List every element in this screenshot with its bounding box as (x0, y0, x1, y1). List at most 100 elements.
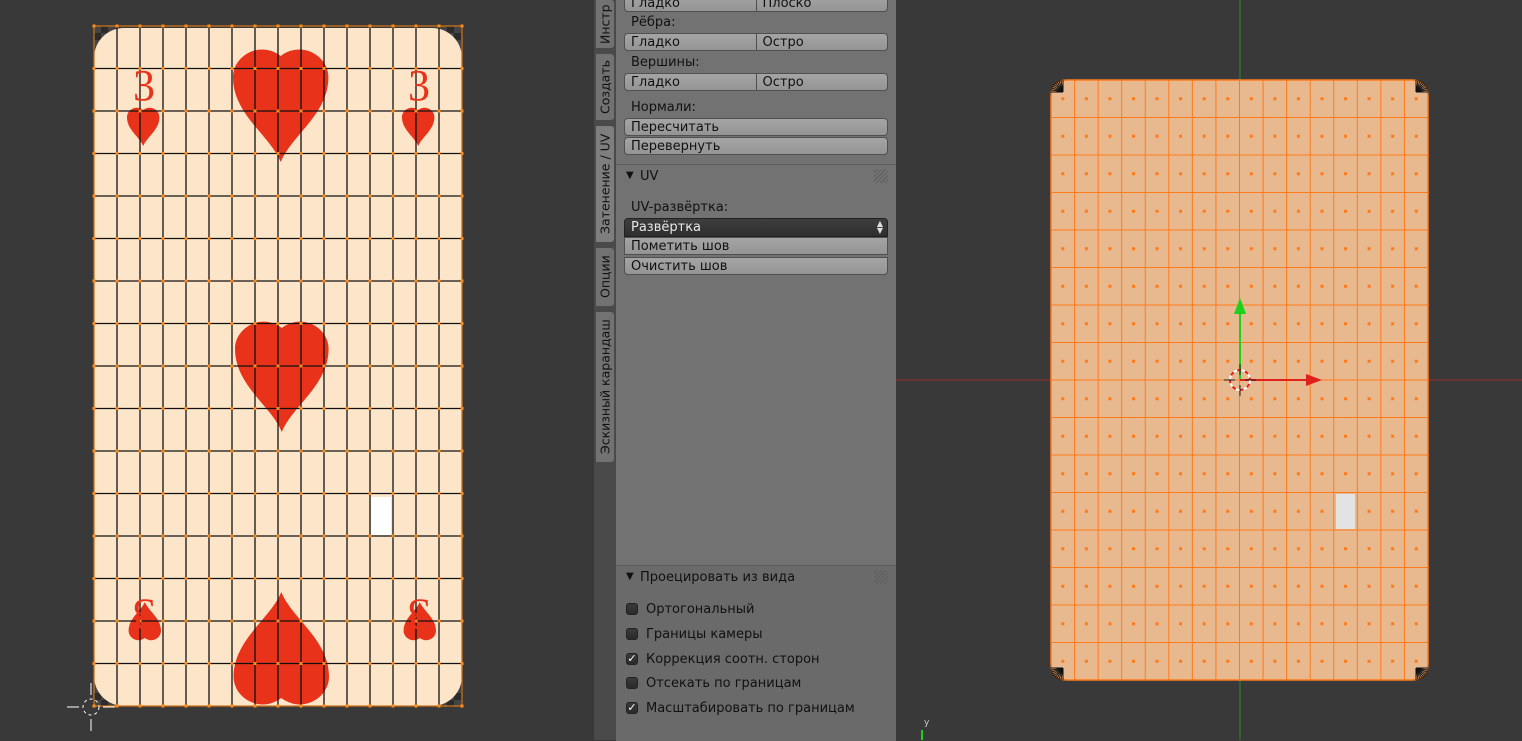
tab-grease-pencil[interactable]: Эскизный карандаш (596, 312, 614, 462)
mini-axis-y-label: y (924, 718, 930, 728)
uv-vertex (322, 449, 326, 453)
face-dot (1131, 622, 1135, 626)
face-dot (1179, 472, 1183, 476)
tab-tools[interactable]: Инстр (596, 0, 614, 48)
uv-canvas[interactable] (0, 0, 594, 740)
uv-vertex (276, 279, 280, 283)
face-dot (1273, 172, 1277, 176)
3d-viewport[interactable]: y (896, 0, 1522, 740)
uv-vertex (138, 407, 142, 410)
uv-unwrap-dropdown[interactable]: Развёртка ▲ ▼ (624, 218, 888, 237)
uv-vertex (391, 322, 395, 325)
uv-vertex (115, 109, 119, 113)
uv-vertex (345, 492, 349, 495)
face-dot (1367, 509, 1371, 513)
face-dot (1344, 359, 1348, 363)
project-panel-header[interactable]: ▼ Проецировать из вида (616, 566, 896, 590)
face-dot (1108, 584, 1112, 588)
flip-normals-button[interactable]: Перевернуть (624, 137, 888, 155)
uv-vertex (345, 449, 349, 453)
orthographic-checkbox[interactable] (626, 603, 638, 615)
edges-sharp-button[interactable]: Остро (756, 33, 888, 51)
uv-vertex (253, 449, 257, 453)
selected-face[interactable] (1336, 494, 1355, 529)
uv-vertex (414, 194, 418, 198)
recalculate-normals-button[interactable]: Пересчитать (624, 118, 888, 136)
mark-seam-button[interactable]: Пометить шов (624, 237, 888, 255)
uv-vertex (322, 109, 326, 113)
face-dot (1320, 547, 1324, 551)
camera-bounds-option[interactable]: Границы камеры (626, 625, 762, 643)
face-dot (1061, 622, 1065, 626)
uv-vertex (322, 364, 326, 368)
uv-vertex (207, 492, 211, 495)
tool-tabs: Инстр Создать Затенение / UV Опции Эскиз… (594, 0, 617, 740)
panel-grip-icon[interactable] (874, 570, 888, 584)
uv-vertex (184, 194, 188, 198)
uv-vertex (391, 662, 395, 665)
tab-create[interactable]: Создать (596, 54, 614, 120)
faces-smooth-button[interactable]: Гладко (624, 0, 757, 12)
uv-vertex (184, 109, 188, 113)
uv-vertex (391, 364, 395, 368)
tab-options[interactable]: Опции (596, 248, 614, 306)
uv-vertex (322, 279, 326, 283)
scale-to-bounds-checkbox[interactable]: ✓ (626, 702, 638, 714)
face-dot (1249, 472, 1253, 476)
face-dot (1344, 284, 1348, 288)
face-dot (1296, 434, 1300, 438)
faces-flat-button[interactable]: Плоско (756, 0, 888, 12)
uv-vertex (138, 194, 142, 198)
uv-selected-face[interactable] (371, 497, 391, 535)
uv-vertex (276, 662, 280, 665)
uv-vertex (115, 662, 119, 665)
uv-vertex (184, 364, 188, 368)
face-dot (1391, 509, 1395, 513)
face-dot (1249, 284, 1253, 288)
uv-vertex (391, 237, 395, 240)
uv-editor[interactable]: 3 3 3 3 (0, 0, 594, 740)
uv-vertex (345, 619, 349, 623)
face-dot (1320, 322, 1324, 326)
uv-vertex (138, 662, 142, 665)
uv-vertex (391, 534, 395, 538)
viewport-canvas[interactable] (896, 0, 1522, 740)
tool-shelf: Инстр Создать Затенение / UV Опции Эскиз… (594, 0, 896, 741)
scale-to-bounds-option[interactable]: ✓ Масштабировать по границам (626, 699, 855, 717)
shading-panel: Гладко Плоско Рёбра: Гладко Остро Вершин… (616, 0, 896, 565)
clip-to-bounds-checkbox[interactable] (626, 677, 638, 689)
face-dot (1320, 472, 1324, 476)
edges-smooth-button[interactable]: Гладко (624, 33, 757, 51)
uv-vertex (138, 492, 142, 495)
orthographic-option[interactable]: Ортогональный (626, 600, 754, 618)
face-dot (1155, 134, 1159, 138)
face-dot (1061, 172, 1065, 176)
uv-panel-header[interactable]: ▼ UV (616, 164, 896, 189)
face-dot (1084, 359, 1088, 363)
uv-vertex (368, 67, 372, 70)
face-dot (1273, 472, 1277, 476)
face-dot (1155, 397, 1159, 401)
face-dot (1155, 547, 1159, 551)
uv-vertex (414, 662, 418, 665)
correct-aspect-option[interactable]: ✓ Коррекция соотн. сторон (626, 650, 820, 668)
uv-vertex (437, 619, 441, 623)
face-dot (1179, 172, 1183, 176)
face-dot (1226, 547, 1230, 551)
uv-vertex (299, 322, 303, 325)
face-dot (1391, 134, 1395, 138)
clear-seam-button[interactable]: Очистить шов (624, 257, 888, 275)
vertices-smooth-button[interactable]: Гладко (624, 73, 757, 91)
face-dot (1296, 247, 1300, 251)
correct-aspect-checkbox[interactable]: ✓ (626, 653, 638, 665)
vertices-sharp-button[interactable]: Остро (756, 73, 888, 91)
tab-shading-uv[interactable]: Затенение / UV (596, 126, 614, 242)
face-dot (1273, 659, 1277, 663)
uv-vertex (207, 109, 211, 113)
clip-to-bounds-option[interactable]: Отсекать по границам (626, 674, 801, 692)
face-dot (1061, 472, 1065, 476)
uv-vertex (322, 67, 326, 70)
camera-bounds-checkbox[interactable] (626, 628, 638, 640)
face-dot (1391, 322, 1395, 326)
panel-grip-icon[interactable] (874, 169, 888, 183)
